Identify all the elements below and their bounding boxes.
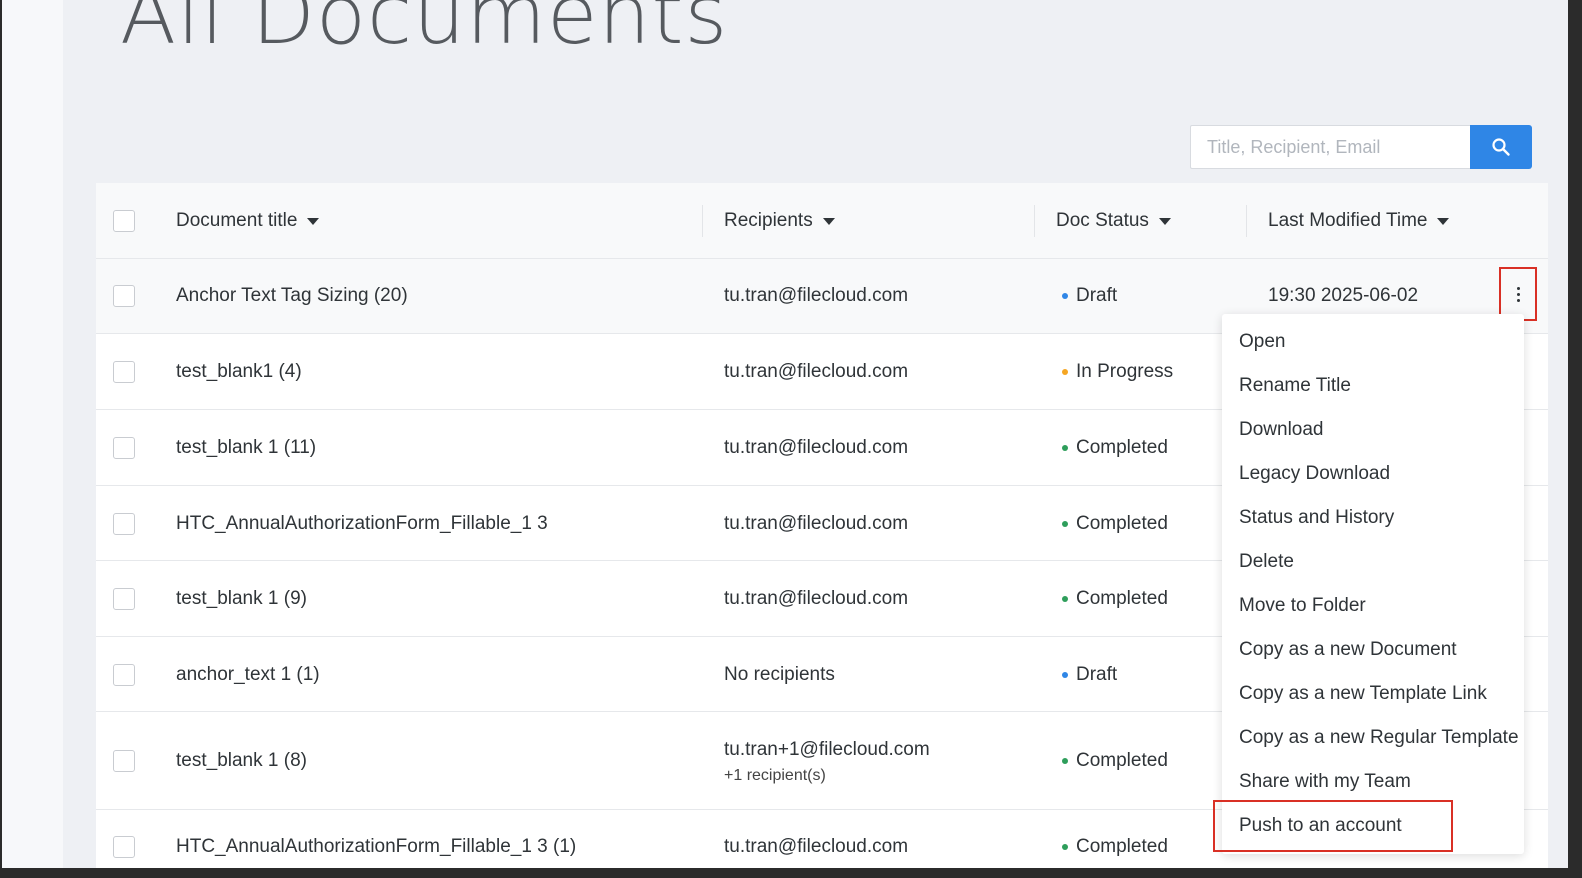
menu-item-status-history[interactable]: Status and History <box>1222 496 1524 540</box>
doc-status: Completed <box>1062 437 1168 459</box>
kebab-dot-icon <box>1516 292 1520 296</box>
menu-item-legacy-download[interactable]: Legacy Download <box>1222 452 1524 496</box>
status-dot-icon <box>1062 521 1068 527</box>
search-icon <box>1492 138 1510 156</box>
status-dot-icon <box>1062 445 1068 451</box>
column-recipients[interactable]: Recipients <box>724 183 835 259</box>
status-dot-icon <box>1062 596 1068 602</box>
column-label: Last Modified Time <box>1268 210 1428 231</box>
row-checkbox[interactable] <box>113 361 135 383</box>
last-modified: 19:30 2025-06-02 <box>1268 285 1419 306</box>
row-checkbox[interactable] <box>113 664 135 686</box>
select-all-checkbox[interactable] <box>113 210 135 232</box>
status-dot-icon <box>1062 672 1068 678</box>
sort-caret-icon <box>307 217 320 225</box>
column-label: Recipients <box>724 210 813 231</box>
search-button[interactable] <box>1470 125 1532 169</box>
table-header: Document title Recipients Doc Status Las… <box>96 183 1548 259</box>
document-title[interactable]: test_blank1 (4) <box>176 361 302 383</box>
column-divider <box>1246 205 1247 237</box>
kebab-dot-icon <box>1516 298 1520 302</box>
sort-caret-icon <box>822 217 835 225</box>
status-label: Completed <box>1076 513 1168 534</box>
menu-item-rename-title[interactable]: Rename Title <box>1222 364 1524 408</box>
doc-status: Completed <box>1062 588 1168 610</box>
doc-status: Completed <box>1062 750 1168 772</box>
row-checkbox[interactable] <box>113 588 135 610</box>
app-frame: All Documents Document title Recipients <box>2 0 1568 868</box>
status-label: Draft <box>1076 285 1118 306</box>
column-label: Document title <box>176 210 298 231</box>
sort-caret-icon <box>1158 217 1171 225</box>
recipient: tu.tran@filecloud.com <box>724 513 909 534</box>
document-title[interactable]: Anchor Text Tag Sizing (20) <box>176 285 408 307</box>
status-label: Completed <box>1076 437 1168 458</box>
status-dot-icon <box>1062 758 1068 764</box>
menu-item-share-team[interactable]: Share with my Team <box>1222 760 1524 804</box>
document-title[interactable]: test_blank 1 (11) <box>176 437 316 459</box>
status-dot-icon <box>1062 844 1068 850</box>
status-dot-icon <box>1062 369 1068 375</box>
recipient: tu.tran@filecloud.com <box>724 836 909 857</box>
row-actions-button[interactable] <box>1499 267 1537 321</box>
document-title[interactable]: test_blank 1 (8) <box>176 750 307 772</box>
row-checkbox[interactable] <box>113 513 135 535</box>
recipient: tu.tran@filecloud.com <box>724 285 909 306</box>
doc-status: Draft <box>1062 664 1117 686</box>
recipient-extra-count: +1 recipient(s) <box>724 767 826 784</box>
page-title: All Documents <box>120 0 729 63</box>
row-checkbox[interactable] <box>113 836 135 858</box>
recipient: tu.tran+1@filecloud.com <box>724 739 930 760</box>
row-context-menu: Open Rename Title Download Legacy Downlo… <box>1222 314 1524 854</box>
kebab-dot-icon <box>1516 286 1520 290</box>
menu-item-copy-document[interactable]: Copy as a new Document <box>1222 628 1524 672</box>
recipient: No recipients <box>724 664 835 685</box>
column-last-modified[interactable]: Last Modified Time <box>1268 183 1450 259</box>
doc-status: Draft <box>1062 285 1117 307</box>
document-title[interactable]: anchor_text 1 (1) <box>176 664 320 686</box>
menu-item-push-to-account[interactable]: Push to an account <box>1222 804 1524 848</box>
menu-item-copy-template-link[interactable]: Copy as a new Template Link <box>1222 672 1524 716</box>
menu-item-delete[interactable]: Delete <box>1222 540 1524 584</box>
menu-item-move-to-folder[interactable]: Move to Folder <box>1222 584 1524 628</box>
status-label: Completed <box>1076 836 1168 857</box>
doc-status: In Progress <box>1062 361 1173 383</box>
left-sidebar <box>2 0 63 868</box>
sort-caret-icon <box>1437 217 1450 225</box>
document-title[interactable]: test_blank 1 (9) <box>176 588 307 610</box>
recipient: tu.tran@filecloud.com <box>724 361 909 382</box>
status-label: In Progress <box>1076 361 1174 382</box>
row-checkbox[interactable] <box>113 750 135 772</box>
status-dot-icon <box>1062 293 1068 299</box>
column-divider <box>1034 205 1035 237</box>
document-title[interactable]: HTC_AnnualAuthorizationForm_Fillable_1 3 <box>176 513 548 535</box>
search-bar <box>1190 125 1532 169</box>
doc-status: Completed <box>1062 836 1168 858</box>
status-label: Draft <box>1076 664 1118 685</box>
menu-item-copy-regular-template[interactable]: Copy as a new Regular Template <box>1222 716 1524 760</box>
row-checkbox[interactable] <box>113 285 135 307</box>
document-title[interactable]: HTC_AnnualAuthorizationForm_Fillable_1 3… <box>176 836 576 858</box>
status-label: Completed <box>1076 588 1168 609</box>
menu-item-download[interactable]: Download <box>1222 408 1524 452</box>
search-input[interactable] <box>1190 125 1470 169</box>
recipient: tu.tran@filecloud.com <box>724 588 909 609</box>
column-document-title[interactable]: Document title <box>176 183 320 259</box>
column-divider <box>702 205 703 237</box>
status-label: Completed <box>1076 750 1168 771</box>
menu-item-open[interactable]: Open <box>1222 320 1524 364</box>
column-doc-status[interactable]: Doc Status <box>1056 183 1171 259</box>
column-label: Doc Status <box>1056 210 1149 231</box>
doc-status: Completed <box>1062 513 1168 535</box>
row-checkbox[interactable] <box>113 437 135 459</box>
recipient: tu.tran@filecloud.com <box>724 437 909 458</box>
